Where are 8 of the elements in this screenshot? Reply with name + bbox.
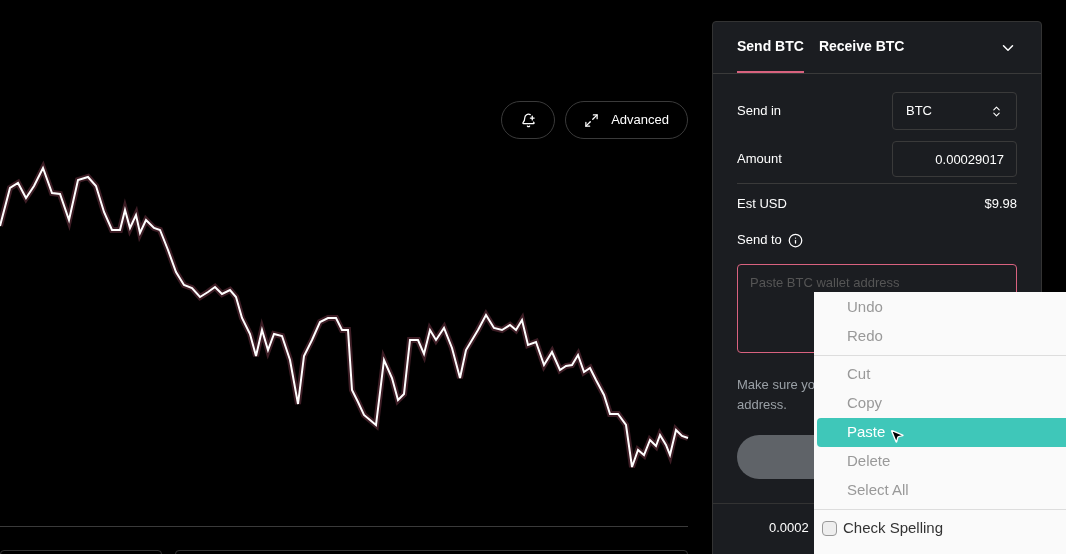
field-label: Amount <box>737 150 782 169</box>
warning-text: Make sure yo <box>737 375 816 394</box>
field-label: Send to <box>737 231 782 250</box>
usd-value: $9.98 <box>984 195 1017 214</box>
field-label: Send in <box>737 102 782 121</box>
field-label: Est USD <box>737 195 787 214</box>
footer-amount: 0.0002 <box>769 519 809 535</box>
warning-text: address. <box>737 395 787 414</box>
